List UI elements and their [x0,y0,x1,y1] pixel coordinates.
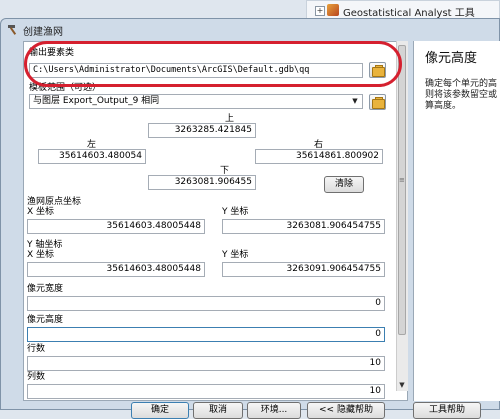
yaxis-x-label: X 坐标 [27,250,55,260]
folder-icon [372,99,385,109]
highlight-annotation [24,41,402,87]
cell-height-input[interactable]: 0 [27,327,385,342]
scroll-down-arrow-icon[interactable]: ▼ [397,381,407,391]
environments-button[interactable]: 环境... [247,402,301,419]
origin-y-input[interactable]: 3263081.906454755 [222,219,385,234]
yaxis-y-input[interactable]: 3263091.906454755 [222,262,385,277]
origin-x-label: X 坐标 [27,207,55,217]
yaxis-y-label: Y 坐标 [222,250,249,260]
window-title: 创建渔网 [23,27,63,38]
columns-input[interactable]: 10 [27,384,385,399]
cell-height-label: 像元高度 [27,315,64,325]
rows-label: 行数 [27,344,46,354]
tool-help-button[interactable]: 工具帮助 [413,402,481,419]
dropdown-arrow-icon[interactable]: ▼ [350,96,360,107]
help-description: 确定每个单元的高 则将该参数留空或 算高度。 [425,79,498,111]
rows-input[interactable]: 10 [27,356,385,371]
expand-icon[interactable]: + [315,6,325,16]
left-extent-input[interactable]: 35614603.480054 [38,149,146,164]
origin-y-label: Y 坐标 [222,207,249,217]
clear-button[interactable]: 清除 [324,176,364,193]
hammer-icon [8,25,17,35]
browse-template-button[interactable] [369,94,386,110]
toolbox-icon [327,4,339,16]
bottom-extent-input[interactable]: 3263081.906455 [148,175,256,190]
scrollbar-grip-icon: ≡ [399,176,405,184]
cancel-button[interactable]: 取消 [193,402,243,419]
yaxis-x-input[interactable]: 35614603.48005448 [27,262,205,277]
right-extent-input[interactable]: 35614861.800902 [255,149,383,164]
tree-item-label: Geostatistical Analyst 工具 [343,8,475,19]
ok-button[interactable]: 确定 [131,402,189,419]
origin-x-input[interactable]: 35614603.48005448 [27,219,205,234]
hide-help-button[interactable]: << 隐藏帮助 [307,402,385,419]
title-bar[interactable]: 创建渔网 [1,19,500,41]
yaxis-coordinate-label: Y 轴坐标 [27,240,63,250]
help-title: 像元高度 [425,51,478,66]
cell-width-label: 像元宽度 [27,284,64,294]
top-extent-input[interactable]: 3263285.421845 [148,123,256,138]
columns-label: 列数 [27,372,46,382]
template-extent-value: 与图层 Export_Output_9 相同 [33,96,160,106]
scrollbar-thumb[interactable] [398,45,406,335]
toolbox-tree-item[interactable]: + Geostatistical Analyst 工具 [306,0,500,20]
origin-coordinate-label: 渔网原点坐标 [27,197,82,207]
template-extent-select[interactable]: 与图层 Export_Output_9 相同 ▼ [29,94,363,109]
cell-width-input[interactable]: 0 [27,296,385,311]
parameter-form: 输出要素类 C:\Users\Administrator\Documents\A… [23,41,408,401]
